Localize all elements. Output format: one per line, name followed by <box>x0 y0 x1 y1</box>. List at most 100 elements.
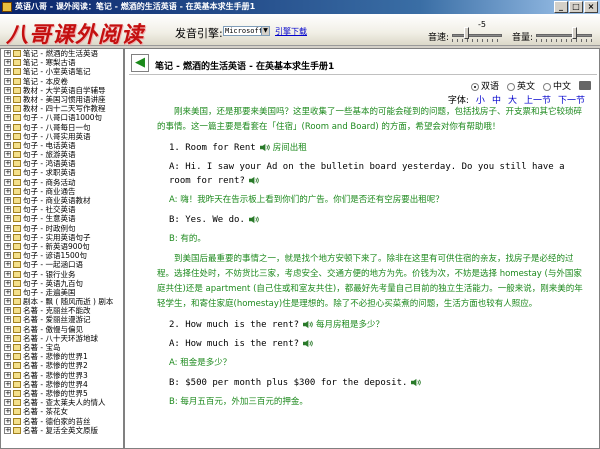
expand-plus-icon[interactable]: + <box>4 334 11 342</box>
expand-plus-icon[interactable]: + <box>4 261 11 269</box>
maximize-button[interactable]: □ <box>569 1 583 13</box>
expand-plus-icon[interactable]: + <box>4 417 11 425</box>
expand-plus-icon[interactable]: + <box>4 233 11 241</box>
expand-plus-icon[interactable]: + <box>4 252 11 260</box>
tree-item[interactable]: + 笔记 - 寒梨古语 <box>1 58 123 67</box>
tree-item[interactable]: + 句子 - 谚语1500句 <box>1 251 123 260</box>
tree-item[interactable]: + 句子 - 电话英语 <box>1 141 123 150</box>
expand-plus-icon[interactable]: + <box>4 389 11 397</box>
tree-item[interactable]: + 句子 - 生意英语 <box>1 214 123 223</box>
expand-plus-icon[interactable]: + <box>4 408 11 416</box>
expand-plus-icon[interactable]: + <box>4 77 11 85</box>
expand-plus-icon[interactable]: + <box>4 160 11 168</box>
expand-plus-icon[interactable]: + <box>4 68 11 76</box>
speaker-icon[interactable] <box>410 378 422 387</box>
expand-plus-icon[interactable]: + <box>4 344 11 351</box>
speed-slider-track[interactable] <box>452 34 502 37</box>
expand-plus-icon[interactable]: + <box>4 169 11 177</box>
category-tree[interactable]: + 笔记 - 燃酒的生活英语 + 笔记 - 寒梨古语 + 笔记 - 小室英语笔记 + 笔记 -… <box>0 48 124 449</box>
tree-item[interactable]: + 教材 - 大学英语自学辅导 <box>1 86 123 95</box>
tree-item[interactable]: + 笔记 - 小室英语笔记 <box>1 67 123 76</box>
dropdown-arrow-icon[interactable]: ▼ <box>261 26 270 36</box>
tree-item[interactable]: + 名著 - 悲惨的世界4 <box>1 380 123 389</box>
expand-plus-icon[interactable]: + <box>4 307 11 315</box>
expand-plus-icon[interactable]: + <box>4 426 11 434</box>
engine-download-link[interactable]: 引擎下载 <box>275 26 307 37</box>
expand-plus-icon[interactable]: + <box>4 288 11 296</box>
expand-plus-icon[interactable]: + <box>4 86 11 94</box>
expand-plus-icon[interactable]: + <box>4 59 11 67</box>
tree-item[interactable]: + 名著 - 傲慢与偏见 <box>1 325 123 334</box>
expand-plus-icon[interactable]: + <box>4 371 11 379</box>
tree-item[interactable]: + 名著 - 悲惨的世界2 <box>1 361 123 370</box>
tree-item[interactable]: + 句子 - 旅游英语 <box>1 150 123 159</box>
tree-item[interactable]: + 名著 - 德伯家的苔丝 <box>1 417 123 426</box>
tree-item[interactable]: + 句子 - 一起涵口语 <box>1 260 123 269</box>
tree-item[interactable]: + 句子 - 走遍美国 <box>1 288 123 297</box>
expand-plus-icon[interactable]: + <box>4 123 11 131</box>
tree-item[interactable]: + 名著 - 悲惨的世界1 <box>1 352 123 361</box>
tree-item[interactable]: + 教材 - 美国习惯用语讲座 <box>1 95 123 104</box>
expand-plus-icon[interactable]: + <box>4 187 11 195</box>
expand-plus-icon[interactable]: + <box>4 105 11 113</box>
close-button[interactable]: × <box>584 1 598 13</box>
back-arrow-icon[interactable]: ◀ <box>131 54 149 72</box>
expand-plus-icon[interactable]: + <box>4 141 11 149</box>
tree-item[interactable]: + 句子 - 八哥实用英语 <box>1 132 123 141</box>
tree-item[interactable]: + 句子 - 社交英语 <box>1 205 123 214</box>
tree-item[interactable]: + 句子 - 英语九百句 <box>1 279 123 288</box>
tree-item[interactable]: + 笔记 - 本皮卷 <box>1 77 123 86</box>
expand-plus-icon[interactable]: + <box>4 132 11 140</box>
expand-plus-icon[interactable]: + <box>4 325 11 333</box>
expand-plus-icon[interactable]: + <box>4 50 11 57</box>
expand-plus-icon[interactable]: + <box>4 224 11 232</box>
volume-slider-thumb[interactable] <box>572 27 578 39</box>
speaker-icon[interactable] <box>248 215 259 224</box>
expand-plus-icon[interactable]: + <box>4 380 11 388</box>
tree-item[interactable]: + 句子 - 银行业务 <box>1 270 123 279</box>
tree-item[interactable]: + 名著 - 复活全英文原版 <box>1 426 123 435</box>
expand-plus-icon[interactable]: + <box>4 215 11 223</box>
expand-plus-icon[interactable]: + <box>4 95 11 103</box>
tree-item[interactable]: + 剧本 - 飘 ( 随风而逝 ) 剧本 <box>1 297 123 306</box>
tree-item[interactable]: + 句子 - 八哥每日一句 <box>1 123 123 132</box>
tree-item[interactable]: + 句子 - 商业英语教材 <box>1 196 123 205</box>
minimize-button[interactable]: _ <box>554 1 568 13</box>
tree-item[interactable]: + 句子 - 实用英语句子 <box>1 233 123 242</box>
expand-plus-icon[interactable]: + <box>4 316 11 324</box>
expand-plus-icon[interactable]: + <box>4 279 11 287</box>
printer-icon[interactable] <box>579 81 591 90</box>
expand-plus-icon[interactable]: + <box>4 151 11 159</box>
tree-item[interactable]: + 句子 - 商业通告 <box>1 187 123 196</box>
tree-item[interactable]: + 句子 - 时政例句 <box>1 224 123 233</box>
expand-plus-icon[interactable]: + <box>4 298 11 306</box>
expand-plus-icon[interactable]: + <box>4 353 11 361</box>
speed-slider-thumb[interactable] <box>464 27 469 39</box>
expand-plus-icon[interactable]: + <box>4 270 11 278</box>
tree-item[interactable]: + 名著 - 查太莱夫人的情人 <box>1 398 123 407</box>
tree-item[interactable]: + 名著 - 茶花女 <box>1 407 123 416</box>
lang-option-bilingual[interactable]: 双语 <box>470 79 499 92</box>
expand-plus-icon[interactable]: + <box>4 362 11 370</box>
speaker-icon[interactable] <box>259 143 270 152</box>
tree-item[interactable]: + 名著 - 悲惨的世界3 <box>1 371 123 380</box>
expand-plus-icon[interactable]: + <box>4 206 11 214</box>
tree-item[interactable]: + 句子 - 八哥口语1000句 <box>1 113 123 122</box>
expand-plus-icon[interactable]: + <box>4 197 11 204</box>
tree-item[interactable]: + 句子 - 新英语900句 <box>1 242 123 251</box>
speaker-icon[interactable] <box>302 320 313 329</box>
tree-item[interactable]: + 名著 - 悲惨的世界5 <box>1 389 123 398</box>
tree-item[interactable]: + 名著 - 爱丽丝漫游记 <box>1 315 123 324</box>
tree-item[interactable]: + 教材 - 四十二天写作教程 <box>1 104 123 113</box>
lang-option-english[interactable]: 英文 <box>506 79 535 92</box>
lang-option-chinese[interactable]: 中文 <box>542 79 571 92</box>
volume-slider-track[interactable] <box>536 34 592 37</box>
expand-plus-icon[interactable]: + <box>4 178 11 186</box>
expand-plus-icon[interactable]: + <box>4 399 11 407</box>
speaker-icon[interactable] <box>248 176 259 185</box>
tree-item[interactable]: + 句子 - 商务活动 <box>1 178 123 187</box>
speaker-icon[interactable] <box>302 339 313 348</box>
tree-item[interactable]: + 名著 - 宝岛 <box>1 343 123 352</box>
expand-plus-icon[interactable]: + <box>4 242 11 250</box>
tree-item[interactable]: + 名著 - 八十天环游地球 <box>1 334 123 343</box>
